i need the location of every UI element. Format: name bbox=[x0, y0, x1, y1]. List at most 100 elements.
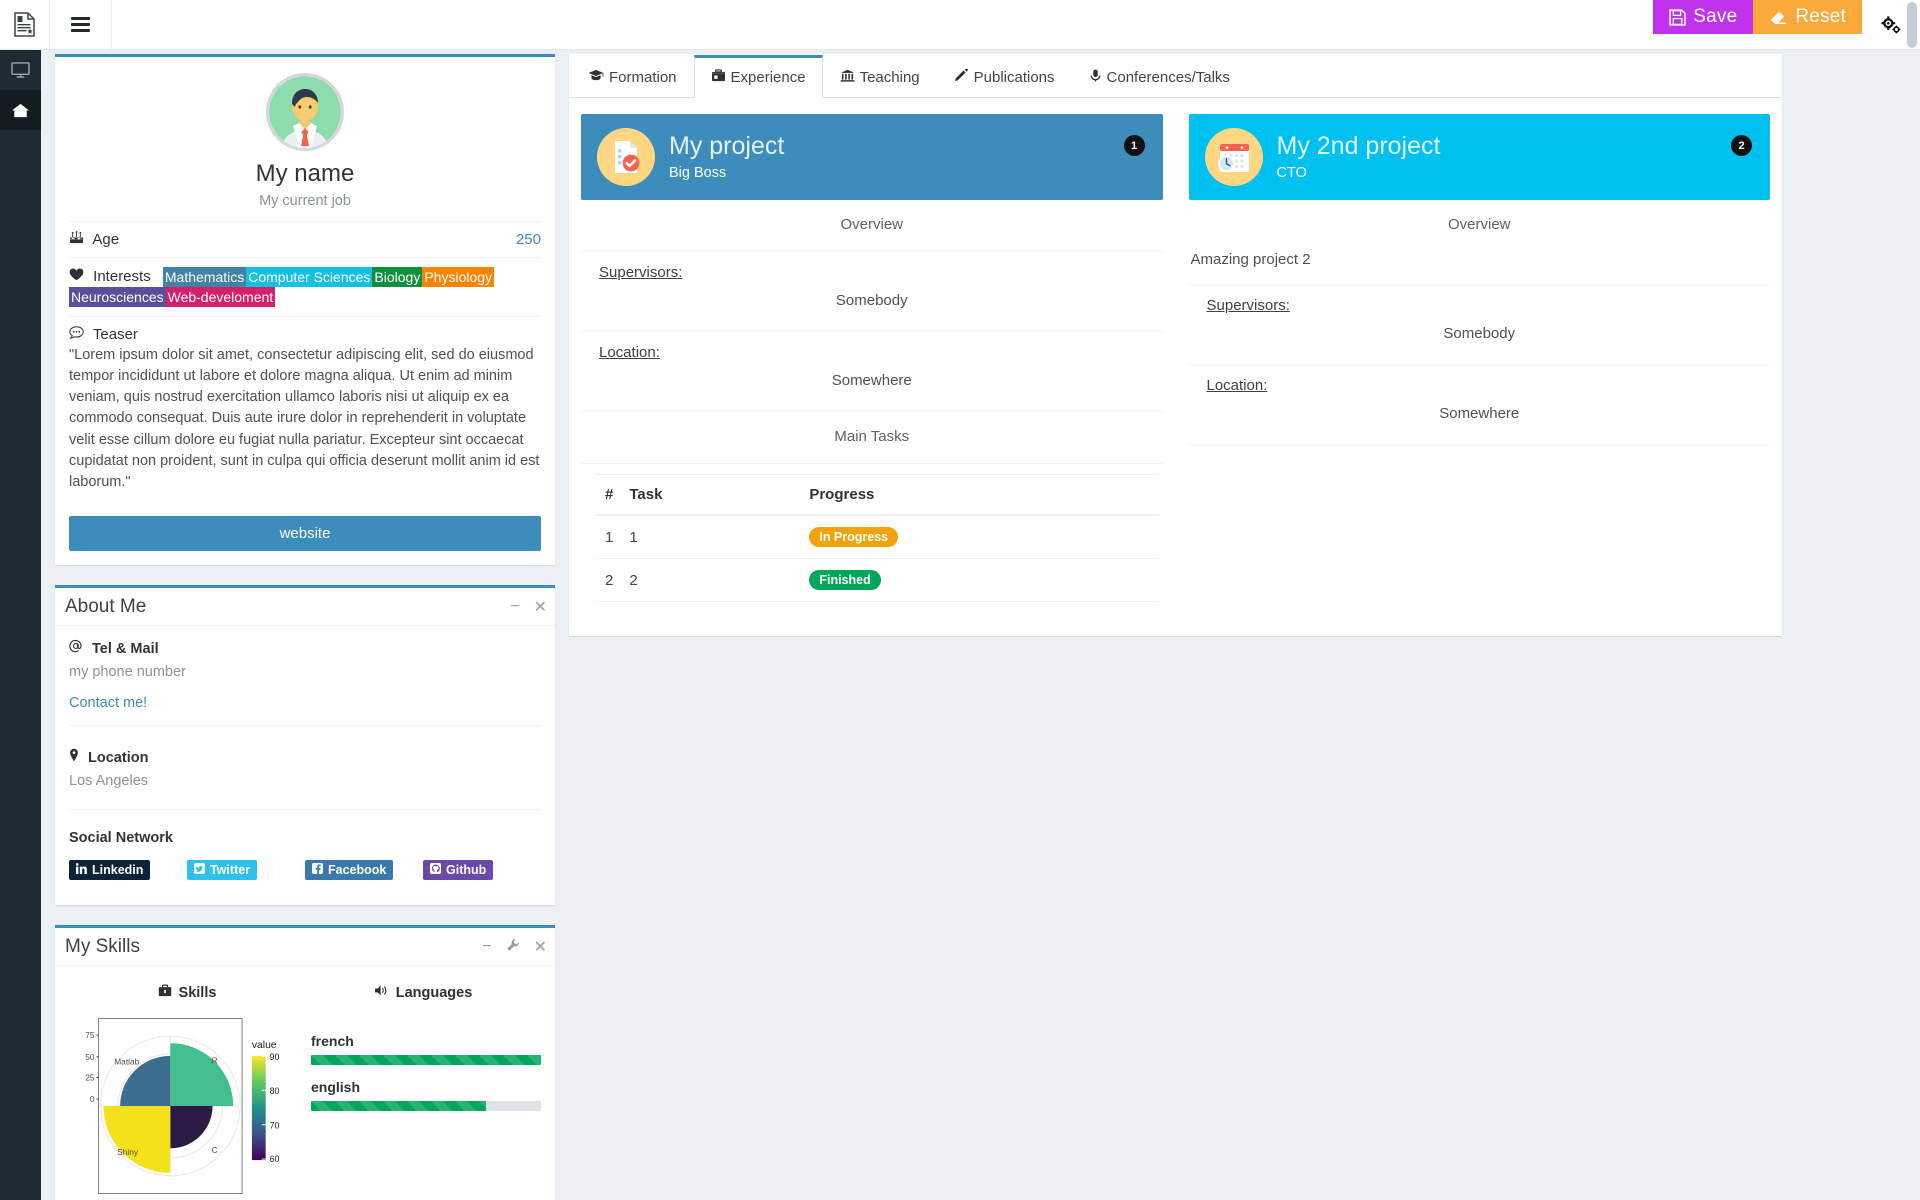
languages-heading-row: Languages bbox=[305, 984, 541, 1001]
svg-text:Matlab: Matlab bbox=[114, 1057, 139, 1067]
interest-tag[interactable]: Physiology bbox=[422, 267, 495, 287]
social-buttons: Linkedin Twitter Facebook Github bbox=[69, 860, 541, 881]
tasks-column-header: Progress bbox=[801, 474, 1160, 516]
header-actions: Save Reset bbox=[1653, 0, 1862, 34]
social-button-facebook[interactable]: Facebook bbox=[305, 860, 394, 881]
menu-toggle-button[interactable] bbox=[50, 0, 112, 49]
heart-icon bbox=[69, 268, 84, 285]
page-scrollbar-thumb[interactable] bbox=[1907, 2, 1917, 48]
interest-tag[interactable]: Biology bbox=[372, 267, 423, 287]
project-overview-label: Overview bbox=[1447, 216, 1511, 233]
app-logo[interactable] bbox=[0, 0, 50, 49]
social-button-slot: Linkedin bbox=[69, 860, 187, 881]
twitter-icon bbox=[194, 863, 205, 877]
desktop-icon bbox=[11, 61, 30, 78]
microphone-icon bbox=[1089, 69, 1102, 86]
project-header[interactable]: My 2nd project CTO 2 bbox=[1188, 114, 1770, 200]
social-button-linkedin[interactable]: Linkedin bbox=[69, 860, 151, 881]
sidebar-item-desktop[interactable] bbox=[0, 50, 41, 90]
social-network-section: Social Network Linkedin Twitter Facebook Gi… bbox=[69, 810, 541, 893]
website-button[interactable]: website bbox=[69, 516, 541, 552]
tab-publications[interactable]: Publications bbox=[937, 55, 1072, 98]
svg-text:value: value bbox=[252, 1040, 277, 1051]
project-role: CTO bbox=[1276, 165, 1307, 182]
close-icon[interactable]: ✕ bbox=[534, 597, 547, 617]
tasks-column-header: # bbox=[595, 474, 622, 516]
table-row[interactable]: 1 1 In Progress bbox=[595, 515, 1160, 559]
project-header[interactable]: My project Big Boss 1 bbox=[581, 114, 1163, 200]
project-title-block: My project Big Boss bbox=[669, 132, 784, 181]
tab-teaching[interactable]: Teaching bbox=[823, 55, 937, 98]
svg-text:R: R bbox=[212, 1056, 218, 1066]
interest-tag[interactable]: Mathematics bbox=[162, 267, 247, 287]
contact-link[interactable]: Contact me! bbox=[69, 695, 147, 711]
tab-bar: Formation Experience Teaching Publications C… bbox=[569, 54, 1782, 98]
interest-tag[interactable]: Neurosciences bbox=[69, 287, 166, 307]
close-icon[interactable]: ✕ bbox=[534, 937, 547, 957]
save-button[interactable]: Save bbox=[1653, 0, 1754, 34]
project-overview-block: Overview bbox=[581, 200, 1163, 252]
top-header: Save Reset bbox=[0, 0, 1920, 50]
graduation-cap-icon bbox=[588, 69, 604, 86]
location-title-row: Location bbox=[69, 748, 541, 766]
project-location-block: Location: Somewhere bbox=[1188, 365, 1770, 445]
interests-label: Interests bbox=[93, 267, 151, 285]
sidebar-item-home[interactable] bbox=[0, 90, 41, 130]
page-body: My name My current job Age 250 Interests… bbox=[41, 50, 1920, 1200]
about-me-header: About Me − ✕ bbox=[55, 588, 555, 627]
birthday-cake-icon bbox=[69, 231, 84, 248]
profile-name: My name bbox=[255, 160, 355, 187]
teaser-head: Teaser bbox=[69, 326, 541, 343]
task-name: 1 bbox=[621, 515, 802, 559]
tab-label: Conferences/Talks bbox=[1106, 69, 1230, 86]
social-button-label: Twitter bbox=[210, 863, 251, 878]
tab-conferences-talks[interactable]: Conferences/Talks bbox=[1072, 55, 1247, 98]
wrench-icon[interactable] bbox=[506, 938, 520, 957]
left-column: My name My current job Age 250 Interests… bbox=[55, 54, 555, 1200]
teaser-text: "Lorem ipsum dolor sit amet, consectetur… bbox=[69, 347, 540, 490]
project-supervisors-block: Supervisors: Somebody bbox=[1188, 285, 1770, 365]
experience-panel: Formation Experience Teaching Publications C… bbox=[569, 54, 1782, 636]
social-button-twitter[interactable]: Twitter bbox=[187, 860, 258, 881]
svg-text:70: 70 bbox=[270, 1121, 280, 1131]
about-me-title: About Me bbox=[65, 595, 147, 617]
github-icon bbox=[430, 863, 441, 877]
social-network-title: Social Network bbox=[69, 830, 173, 847]
teaser-label: Teaser bbox=[92, 326, 138, 343]
project-overview-text: Amazing project 2 bbox=[1190, 251, 1311, 268]
minus-icon[interactable]: − bbox=[482, 938, 491, 956]
table-row[interactable]: 2 2 Finished bbox=[595, 558, 1160, 602]
location-section: Location Los Angeles bbox=[69, 726, 541, 811]
tasks-table: # Task Progress 1 1 In Progress 2 2 Finished bbox=[595, 474, 1160, 602]
tab-formation[interactable]: Formation bbox=[571, 55, 694, 98]
social-button-github[interactable]: Github bbox=[423, 860, 494, 881]
project-tasks-block: Main Tasks bbox=[581, 412, 1163, 464]
project-badge: 1 bbox=[1123, 135, 1145, 156]
interests-row: Interests Mathematics Computer Sciences Bi… bbox=[69, 257, 541, 316]
language-progress-bar bbox=[311, 1101, 541, 1112]
skills-tools: − ✕ bbox=[482, 928, 547, 966]
reset-label: Reset bbox=[1795, 6, 1846, 27]
interest-tag[interactable]: Computer Sciences bbox=[246, 267, 373, 287]
tab-experience[interactable]: Experience bbox=[693, 55, 823, 98]
minus-icon[interactable]: − bbox=[510, 598, 519, 616]
profile-box: My name My current job Age 250 Interests… bbox=[55, 54, 555, 566]
skills-heading: Skills bbox=[178, 984, 217, 1001]
reset-button[interactable]: Reset bbox=[1753, 0, 1862, 34]
avatar[interactable] bbox=[266, 73, 344, 151]
location-title: Location bbox=[88, 750, 149, 767]
svg-text:60: 60 bbox=[270, 1154, 280, 1164]
floppy-disk-icon bbox=[1669, 8, 1686, 26]
svg-text:90: 90 bbox=[270, 1052, 280, 1062]
age-value: 250 bbox=[515, 231, 541, 248]
tab-content: My project Big Boss 1 Overview Supervisors: S… bbox=[569, 98, 1782, 636]
interest-tag[interactable]: Web-develoment bbox=[165, 287, 276, 307]
location-value: Los Angeles bbox=[69, 773, 149, 790]
checklist-icon bbox=[597, 128, 655, 186]
map-marker-icon bbox=[69, 748, 79, 766]
svg-text:80: 80 bbox=[270, 1086, 280, 1096]
hamburger-icon bbox=[71, 14, 90, 35]
project-supervisors-label: Supervisors: bbox=[1206, 297, 1290, 314]
language-item: english bbox=[311, 1079, 541, 1112]
language-name: english bbox=[311, 1079, 361, 1096]
